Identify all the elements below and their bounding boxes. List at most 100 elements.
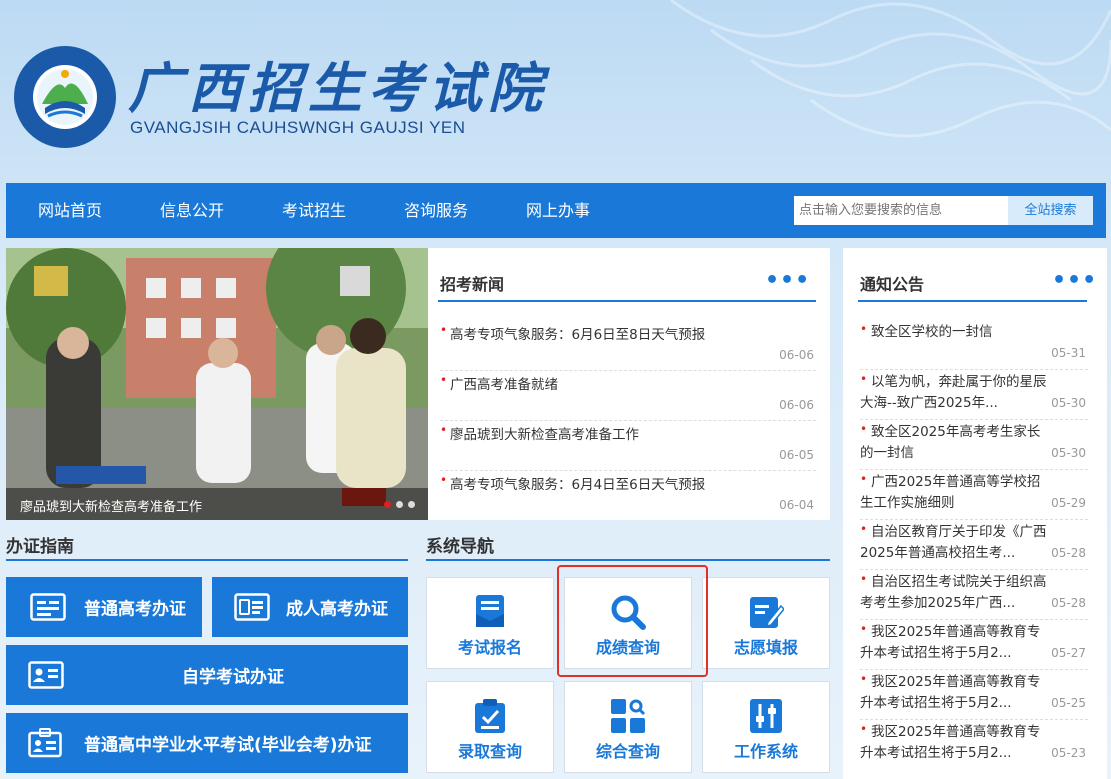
header-decoration — [670, 0, 1111, 138]
search-input[interactable] — [794, 196, 1008, 225]
guide-button-self-study[interactable]: 自学考试办证 — [6, 645, 408, 705]
guide-button-adult[interactable]: 成人高考办证 — [212, 577, 408, 637]
notice-item-date: 05-29 — [1051, 496, 1086, 510]
slider-photo — [6, 248, 428, 520]
bullet-icon: • — [440, 323, 448, 337]
guide-button-label: 自学考试办证 — [182, 667, 284, 688]
id-card-icon — [234, 593, 270, 621]
slider-caption: 廖品琥到大新检查高考准备工作 — [20, 500, 203, 515]
divider — [860, 519, 1088, 520]
slider-dot-3[interactable] — [408, 501, 415, 508]
id-card-icon — [30, 593, 66, 621]
notice-item-text[interactable]: 我区2025年普通高等教育专升本考试招生将于5月2... — [860, 722, 1050, 764]
bullet-icon: • — [440, 423, 448, 437]
tile-admission-query[interactable]: 录取查询 — [426, 681, 554, 773]
notice-item-date: 05-30 — [1051, 396, 1086, 410]
divider — [440, 470, 816, 471]
news-item-text[interactable]: 广西高考准备就绪 — [450, 373, 558, 393]
tile-exam-register[interactable]: 考试报名 — [426, 577, 554, 669]
logo-seal-icon — [14, 46, 116, 148]
divider — [440, 370, 816, 371]
notice-item-text[interactable]: 自治区招生考试院关于组织高考考生参加2025年广西... — [860, 572, 1050, 614]
slider-caption-bar: 廖品琥到大新检查高考准备工作 — [6, 488, 428, 520]
tile-volunteer-fill[interactable]: 志愿填报 — [702, 577, 830, 669]
news-item[interactable]: • 廖品琥到大新检查高考准备工作 06-05 — [440, 423, 816, 467]
news-item[interactable]: • 广西高考准备就绪 06-06 — [440, 373, 816, 417]
notice-more-button[interactable]: ••• — [1052, 270, 1097, 292]
notice-item[interactable]: • 我区2025年普通高等教育专升本考试招生将于5月2... 05-25 — [860, 672, 1088, 716]
notice-item-text[interactable]: 我区2025年普通高等教育专升本考试招生将于5月2... — [860, 672, 1050, 714]
news-item-text[interactable]: 高考专项气象服务：6月6日至8日天气预报 — [450, 323, 705, 343]
notice-item-text[interactable]: 自治区教育厅关于印发《广西2025年普通高校招生考... — [860, 522, 1050, 564]
score-query-highlight — [557, 565, 708, 677]
notice-title-underline — [858, 300, 1087, 302]
nav-online-service[interactable]: 网上办事 — [526, 183, 590, 238]
guide-button-label: 普通高中学业水平考试(毕业会考)办证 — [84, 735, 372, 756]
guide-title-underline — [6, 559, 408, 561]
nav-consult[interactable]: 咨询服务 — [404, 183, 468, 238]
news-item-text[interactable]: 廖品琥到大新检查高考准备工作 — [450, 423, 639, 443]
search-button[interactable]: 全站搜索 — [1008, 196, 1093, 225]
notice-item[interactable]: • 自治区招生考试院关于组织高考考生参加2025年广西... 05-28 — [860, 572, 1088, 616]
notice-item[interactable]: • 自治区教育厅关于印发《广西2025年普通高校招生考... 05-28 — [860, 522, 1088, 566]
notice-item-date: 05-27 — [1051, 646, 1086, 660]
tile-label: 录取查询 — [457, 742, 522, 761]
notice-item-text[interactable]: 以笔为帆，奔赴属于你的星辰大海--致广西2025年... — [860, 372, 1050, 414]
notice-item-text[interactable]: 致全区2025年高考考生家长的一封信 — [860, 422, 1050, 464]
guide-button-label: 普通高考办证 — [84, 599, 186, 620]
divider — [860, 619, 1088, 620]
notice-item-date: 05-23 — [1051, 746, 1086, 760]
site-header: 广西招生考试院 GVANGJSIH CAUHSWNGH GAUJSI YEN — [0, 0, 1111, 183]
guide-button-high-school[interactable]: 普通高中学业水平考试(毕业会考)办证 — [6, 713, 408, 773]
system-title: 系统导航 — [426, 537, 494, 557]
news-more-button[interactable]: ••• — [765, 270, 810, 292]
notice-title: 通知公告 — [860, 275, 925, 294]
tile-work-system[interactable]: 工作系统 — [702, 681, 830, 773]
notice-item[interactable]: • 我区2025年普通高等教育专升本考试招生将于5月2... 05-23 — [860, 722, 1088, 766]
news-item[interactable]: • 高考专项气象服务：6月6日至8日天气预报 06-06 — [440, 323, 816, 367]
nav-exam-admission[interactable]: 考试招生 — [282, 183, 346, 238]
sliders-icon — [750, 699, 782, 733]
divider — [860, 469, 1088, 470]
guide-button-label: 成人高考办证 — [286, 599, 388, 620]
divider — [860, 669, 1088, 670]
news-item-date: 06-06 — [779, 398, 814, 412]
notice-item-text[interactable]: 我区2025年普通高等教育专升本考试招生将于5月2... — [860, 622, 1050, 664]
register-icon — [476, 595, 504, 627]
edit-icon — [750, 597, 784, 628]
bullet-icon: • — [440, 473, 448, 487]
notice-item-date: 05-25 — [1051, 696, 1086, 710]
tile-label: 工作系统 — [733, 742, 798, 761]
tile-label: 考试报名 — [457, 638, 522, 657]
badge-icon — [28, 728, 62, 758]
notice-item[interactable]: • 致全区2025年高考考生家长的一封信 05-30 — [860, 422, 1088, 466]
notice-item-text[interactable]: 致全区学校的一封信 — [860, 322, 1050, 343]
guide-button-gaokao[interactable]: 普通高考办证 — [6, 577, 202, 637]
tile-comprehensive-query[interactable]: 综合查询 — [564, 681, 692, 773]
news-item-text[interactable]: 高考专项气象服务：6月4日至6日天气预报 — [450, 473, 705, 493]
slider-dot-1[interactable] — [384, 501, 391, 508]
notice-item[interactable]: • 致全区学校的一封信 05-31 — [860, 322, 1088, 366]
divider — [860, 569, 1088, 570]
notice-item[interactable]: • 我区2025年普通高等教育专升本考试招生将于5月2... 05-27 — [860, 622, 1088, 666]
nav-home[interactable]: 网站首页 — [38, 183, 102, 238]
notice-item-date: 05-30 — [1051, 446, 1086, 460]
notice-item[interactable]: • 以笔为帆，奔赴属于你的星辰大海--致广西2025年... 05-30 — [860, 372, 1088, 416]
news-slider[interactable]: 廖品琥到大新检查高考准备工作 — [6, 248, 428, 520]
bullet-icon: • — [440, 373, 448, 387]
site-title: 广西招生考试院 — [128, 56, 548, 120]
news-title-underline — [438, 300, 816, 302]
clipboard-check-icon — [475, 699, 505, 733]
divider — [440, 420, 816, 421]
nav-info-public[interactable]: 信息公开 — [160, 183, 224, 238]
notice-item[interactable]: • 广西2025年普通高等学校招生工作实施细则 05-29 — [860, 472, 1088, 516]
notice-item-date: 05-28 — [1051, 546, 1086, 560]
news-item[interactable]: • 高考专项气象服务：6月4日至6日天气预报 06-04 — [440, 473, 816, 517]
notice-item-text[interactable]: 广西2025年普通高等学校招生工作实施细则 — [860, 472, 1050, 514]
news-item-date: 06-06 — [779, 348, 814, 362]
slider-dot-2[interactable] — [396, 501, 403, 508]
news-item-date: 06-04 — [779, 498, 814, 512]
id-card-icon — [28, 661, 64, 689]
tile-label: 综合查询 — [595, 742, 660, 761]
notice-item-date: 05-28 — [1051, 596, 1086, 610]
